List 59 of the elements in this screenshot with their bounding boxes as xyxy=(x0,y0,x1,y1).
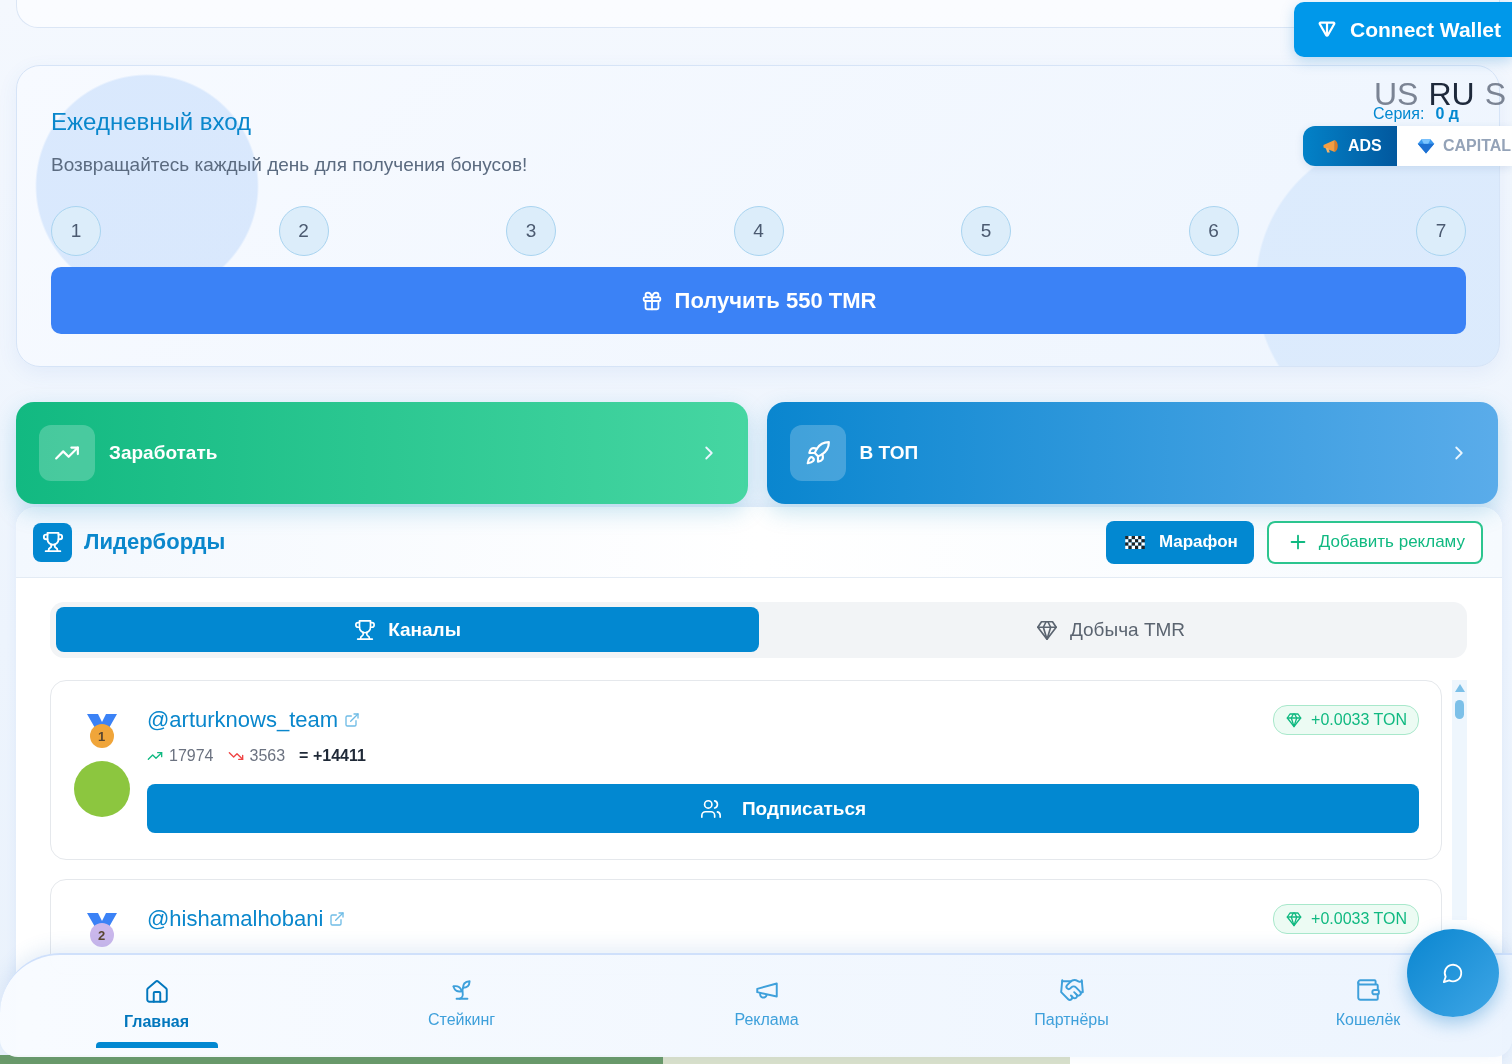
external-link-icon[interactable] xyxy=(344,711,361,728)
claim-button[interactable]: Получить 550 TMR xyxy=(51,267,1466,334)
rank-medal: 1 xyxy=(89,724,114,748)
rank-medal: 2 xyxy=(89,923,114,947)
users-icon xyxy=(699,797,722,820)
day-circle: 6 xyxy=(1188,206,1239,256)
nav-item[interactable]: Кошелёк xyxy=(1224,955,1512,1057)
subscribe-button[interactable]: Подписаться xyxy=(147,784,1419,833)
gift-icon xyxy=(640,289,663,312)
reward-amount: +0.0033 TON xyxy=(1311,710,1407,729)
nav-item[interactable]: Реклама xyxy=(614,955,919,1057)
wallet-icon xyxy=(1355,977,1381,1003)
checkered-flag-icon xyxy=(1124,535,1145,549)
day-circle: 5 xyxy=(961,206,1011,256)
scrollbar[interactable] xyxy=(1452,680,1467,920)
trend-up-icon xyxy=(39,425,95,481)
nav-item[interactable]: Партнёры xyxy=(919,955,1224,1057)
tab[interactable]: Добыча TMR xyxy=(759,607,1462,652)
joined-count: 17974 xyxy=(169,747,214,765)
tab[interactable]: Каналы xyxy=(56,607,759,652)
external-link-icon[interactable] xyxy=(329,910,346,927)
day-circle: 4 xyxy=(733,206,784,256)
handshake-icon xyxy=(1058,977,1085,1003)
day-circle: 1 xyxy=(51,206,101,256)
streak-label: Серия: xyxy=(1373,106,1425,122)
connect-wallet-button[interactable]: Connect Wallet xyxy=(1294,2,1512,57)
trophy-icon xyxy=(354,618,377,641)
scrollbar-thumb[interactable] xyxy=(1455,700,1464,719)
daily-login-title: Ежедневный вход xyxy=(51,107,252,136)
mode-option[interactable]: ADS xyxy=(1303,126,1397,166)
day-circle: 2 xyxy=(278,206,329,256)
rocket-icon xyxy=(789,425,846,481)
action-card[interactable]: Заработать xyxy=(16,402,748,504)
channel-link[interactable]: @arturknows_team xyxy=(147,706,339,733)
language-option[interactable]: S xyxy=(1484,78,1506,110)
streak-value: 0 д xyxy=(1435,106,1459,122)
diamond-icon xyxy=(1035,618,1058,641)
action-card[interactable]: В ТОП xyxy=(766,402,1498,504)
mode-option[interactable]: CAPITAL xyxy=(1397,126,1512,166)
daily-login-subtitle: Возвращайтесь каждый день для получения бонусов! xyxy=(51,153,528,176)
day-circle: 7 xyxy=(1416,206,1466,256)
scroll-up-arrow-icon[interactable] xyxy=(1454,684,1465,692)
nav-item[interactable]: Стейкинг xyxy=(309,955,614,1057)
trophy-icon xyxy=(33,522,72,562)
leaderboard-title: Лидерборды xyxy=(84,529,226,555)
day-circle: 3 xyxy=(506,206,556,256)
net-count: = +14411 xyxy=(299,747,366,765)
megaphone-icon xyxy=(1322,137,1340,155)
add-ad-button[interactable]: Добавить рекламу xyxy=(1266,520,1483,564)
nav-item[interactable]: Главная xyxy=(4,955,309,1057)
diamond-icon xyxy=(1286,910,1303,927)
reward-amount: +0.0033 TON xyxy=(1311,909,1407,928)
left-count: 3563 xyxy=(249,747,286,765)
channel-link[interactable]: @hishamalhobani xyxy=(147,905,324,932)
marathon-button[interactable]: Марафон xyxy=(1105,520,1254,564)
house-icon xyxy=(143,979,170,1005)
diamond-icon xyxy=(1286,711,1303,728)
chat-icon xyxy=(1442,962,1464,984)
diamond-icon xyxy=(1417,137,1435,155)
